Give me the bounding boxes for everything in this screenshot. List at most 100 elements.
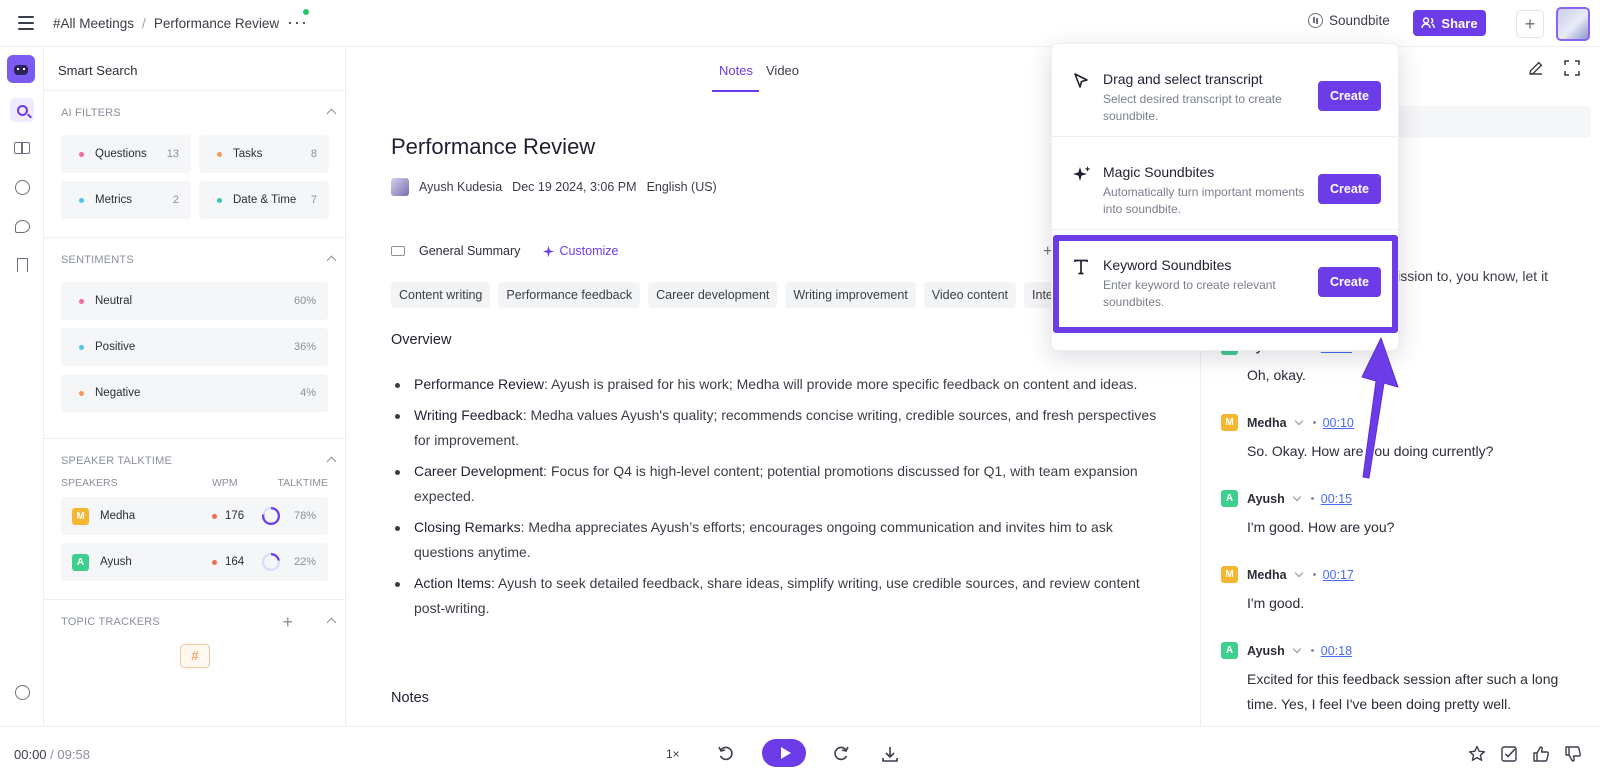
speaker-row[interactable]: M Medha 176 78% [61,497,328,535]
section-title: AI FILTERS [61,107,121,119]
sparkle-icon [1072,165,1091,183]
customize-button[interactable]: Customize [542,244,618,258]
magic-soundbites-option[interactable]: Magic Soundbites Automatically turn impo… [1052,137,1400,230]
drag-select-option[interactable]: Drag and select transcript Select desire… [1052,44,1400,137]
add-tracker-button[interactable]: + [282,612,293,633]
cursor-icon [1072,72,1090,90]
chevron-down-icon[interactable] [1294,416,1303,426]
speed-button[interactable]: 1× [666,747,680,761]
soundbite-icon [1308,13,1323,28]
add-button[interactable]: + [1516,10,1544,38]
overview-bullet: Career Development: Focus for Q4 is high… [391,459,1161,509]
download-icon[interactable] [881,745,899,763]
topic-tag[interactable]: Performance feedback [498,282,641,308]
overview-heading: Overview [391,332,452,348]
speaker-wpm: 176 [212,510,262,522]
rail-search[interactable] [10,98,34,122]
more-options-icon[interactable]: ··· [287,12,308,33]
collapse-chevron-icon[interactable] [326,255,337,266]
chevron-down-icon[interactable] [1292,492,1301,502]
sentiment-positive[interactable]: Positive 36% [61,328,328,366]
transcript-entry: M Medha 00:17 I'm good. [1221,566,1591,616]
star-icon[interactable] [1468,745,1486,763]
create-magic-soundbites-button[interactable]: Create [1318,174,1381,204]
rewind-icon[interactable] [717,745,735,763]
tab-notes[interactable]: Notes [719,63,753,78]
separator-dot [1310,649,1314,652]
speaker-name[interactable]: Ayush [1247,492,1285,506]
checkbox-icon[interactable] [1500,745,1518,763]
summary-type[interactable]: General Summary [419,244,520,258]
speaker-name[interactable]: Medha [1247,568,1287,582]
thumbs-down-icon[interactable] [1564,745,1582,763]
status-dot [303,9,309,15]
share-button[interactable]: Share [1413,10,1486,36]
timestamp-link[interactable]: 00:18 [1321,644,1352,658]
sentiment-list: Neutral 60% Positive 36% Negative 4% [61,282,328,438]
timestamp-link[interactable]: 00:17 [1323,568,1354,582]
search-icon [16,104,28,116]
topic-tag[interactable]: Content writing [391,282,491,308]
topic-tag[interactable]: Video content [923,282,1017,308]
speaker-row[interactable]: A Ayush 164 22% [61,543,328,581]
entry-header: A Ayush 00:18 [1221,642,1591,659]
wpm-value: 164 [225,556,245,568]
author-name: Ayush Kudesia [419,180,503,194]
rail-feedback[interactable] [10,680,34,704]
rail-comments[interactable] [10,214,34,238]
wpm-value: 176 [225,510,245,522]
sentiment-negative[interactable]: Negative 4% [61,374,328,412]
meeting-language[interactable]: English (US) [647,180,717,194]
sentiments-section: SENTIMENTS Neutral 60% Positive 36% Negative… [44,238,345,439]
chevron-down-icon[interactable] [1294,568,1303,578]
rail-bookmarks[interactable] [10,253,34,277]
icon-rail [0,48,44,726]
speaker-name[interactable]: Ayush [1247,644,1285,658]
ai-filter-date-time[interactable]: Date & Time 7 [199,181,329,219]
topic-tag[interactable]: Writing improvement [785,282,916,308]
breadcrumb-root[interactable]: #All Meetings [53,16,134,31]
collapse-chevron-icon[interactable] [326,456,337,467]
filter-count: 8 [310,148,317,160]
bullet-title: Closing Remarks [414,519,521,535]
play-button[interactable] [762,739,806,767]
annotation-arrow [1361,337,1399,479]
chevron-down-icon[interactable] [1292,644,1301,654]
topic-tag[interactable]: Career development [648,282,778,308]
option-description: Automatically turn important moments int… [1103,185,1305,216]
speaker-name[interactable]: Medha [1247,416,1287,430]
assistant-bot-icon[interactable] [7,55,35,83]
timestamp-link[interactable]: 00:15 [1321,492,1352,506]
ai-filter-tasks[interactable]: Tasks 8 [199,135,329,173]
smart-search-panel: Smart Search AI FILTERS Questions 13 Tasks… [44,48,346,726]
create-drag-select-button[interactable]: Create [1318,81,1381,111]
bullet-title: Action Items [414,575,492,591]
sentiment-neutral[interactable]: Neutral 60% [61,282,328,320]
entry-header: A Ayush 00:15 [1221,490,1591,507]
ai-filter-metrics[interactable]: Metrics 2 [61,181,191,219]
menu-icon[interactable] [18,16,34,30]
rail-notes[interactable] [10,136,34,160]
rail-soundbites[interactable] [10,175,34,199]
user-avatar[interactable] [1556,7,1590,41]
edit-icon[interactable] [1528,60,1544,76]
total-time: 09:58 [57,747,90,762]
collapse-chevron-icon[interactable] [326,108,337,119]
soundbite-button[interactable]: Soundbite [1308,13,1390,28]
fullscreen-icon[interactable] [1564,60,1580,76]
filter-count: 7 [310,194,317,206]
users-icon [1421,17,1436,29]
option-description: Select desired transcript to create soun… [1103,92,1282,123]
collapse-chevron-icon[interactable] [326,617,337,628]
tag-list: Content writing Performance feedback Caree… [391,282,1061,308]
ai-filter-questions[interactable]: Questions 13 [61,135,191,173]
breadcrumb-current: Performance Review [153,16,280,31]
player-bar: 00:00 / 09:58 1× [0,726,1600,782]
bullet-title: Career Development [414,463,544,479]
thumbs-up-icon[interactable] [1532,745,1550,763]
forward-icon[interactable] [832,745,850,763]
bookmark-icon [16,258,28,272]
overview-bullet: Writing Feedback: Medha values Ayush's q… [391,403,1161,453]
tab-video[interactable]: Video [766,63,799,78]
current-time: 00:00 [14,747,47,762]
